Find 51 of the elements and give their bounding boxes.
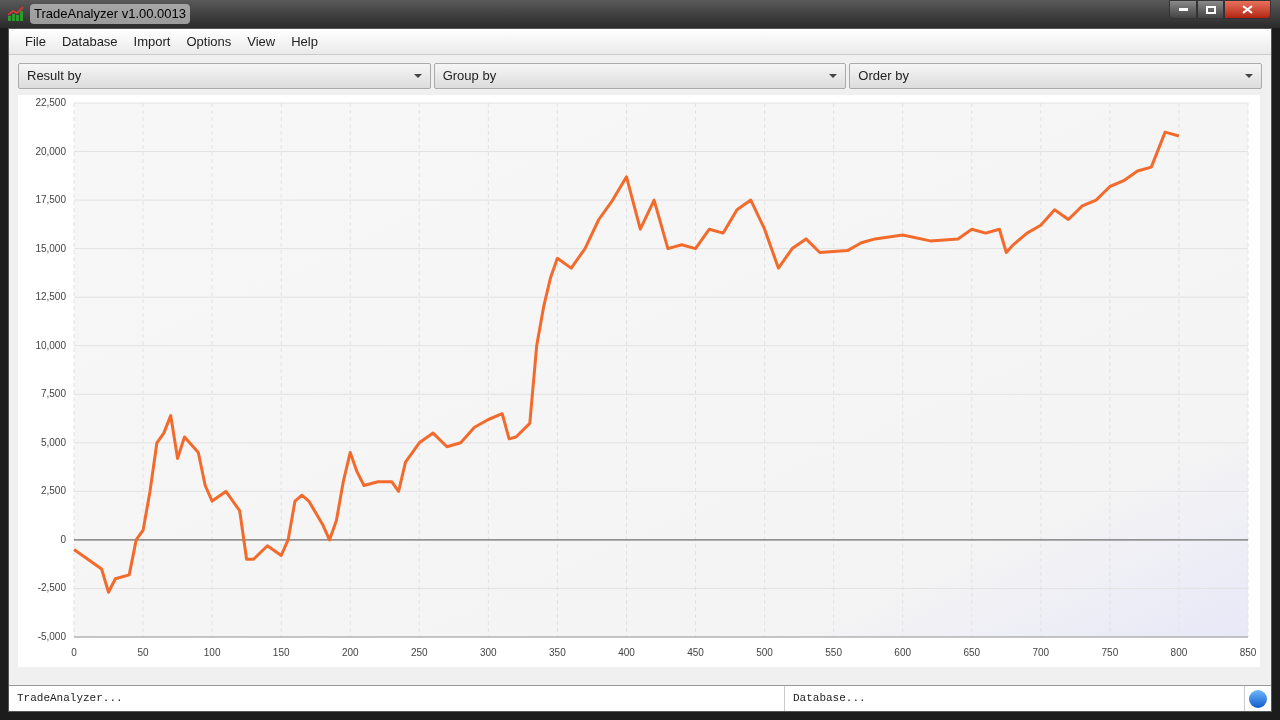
x-tick-label: 600	[894, 647, 912, 658]
y-tick-label: 15,000	[35, 242, 66, 254]
dropdown[interactable]: Result by	[18, 63, 431, 89]
window-title: TradeAnalyzer v1.00.0013	[30, 4, 190, 24]
x-tick-label: 250	[410, 647, 428, 658]
x-tick-label: 350	[549, 647, 566, 658]
y-tick-label: -5,000	[37, 631, 66, 642]
caret-icon	[829, 74, 838, 78]
y-tick-label: 17,500	[35, 194, 66, 206]
x-tick-label: 750	[1101, 647, 1119, 658]
x-tick-label: 850	[1239, 647, 1257, 658]
close-button[interactable]	[1224, 0, 1271, 19]
menu-item[interactable]: File	[17, 31, 54, 52]
y-tick-label: 22,500	[35, 97, 66, 108]
x-tick-label: 50	[137, 647, 149, 658]
x-tick-label: 0	[71, 647, 77, 658]
y-tick-label: 0	[60, 533, 66, 545]
status-orb-icon	[1249, 689, 1267, 708]
y-tick-label: 12,500	[35, 291, 66, 303]
status-text: Database...	[785, 686, 1245, 711]
y-tick-label: -2,500	[37, 582, 66, 594]
x-tick-label: 150	[272, 647, 290, 658]
dropdown[interactable]: Order by	[849, 63, 1262, 89]
y-tick-label: 7,500	[40, 388, 66, 400]
minimize-button[interactable]	[1169, 0, 1197, 19]
x-tick-label: 500	[756, 647, 773, 658]
x-tick-label: 300	[480, 647, 497, 658]
y-tick-label: 20,000	[35, 145, 66, 157]
menu-item[interactable]: Help	[283, 31, 326, 52]
x-tick-label: 650	[963, 647, 981, 658]
x-tick-label: 550	[825, 647, 842, 658]
menu-item[interactable]: Options	[178, 31, 240, 52]
menu-item[interactable]: View	[239, 31, 284, 52]
x-tick-label: 700	[1032, 647, 1050, 658]
y-tick-label: 5,000	[40, 436, 66, 448]
status-text: TradeAnalyzer...	[9, 686, 785, 711]
menu-item[interactable]: Import	[125, 31, 179, 52]
x-tick-label: 450	[687, 647, 704, 658]
caret-icon	[413, 74, 422, 78]
x-tick-label: 800	[1170, 647, 1188, 658]
caret-icon	[1245, 74, 1253, 78]
menu-item[interactable]: Database	[53, 31, 126, 52]
y-tick-label: 10,000	[35, 339, 66, 351]
dropdown[interactable]: Group by	[433, 63, 847, 89]
x-tick-label: 400	[618, 647, 635, 658]
x-tick-label: 100	[203, 647, 221, 658]
close-icon	[1242, 5, 1253, 14]
y-tick-label: 2,500	[40, 485, 66, 497]
app-logo-icon	[8, 7, 24, 21]
maximize-button[interactable]	[1197, 0, 1224, 19]
x-tick-label: 200	[341, 647, 359, 658]
